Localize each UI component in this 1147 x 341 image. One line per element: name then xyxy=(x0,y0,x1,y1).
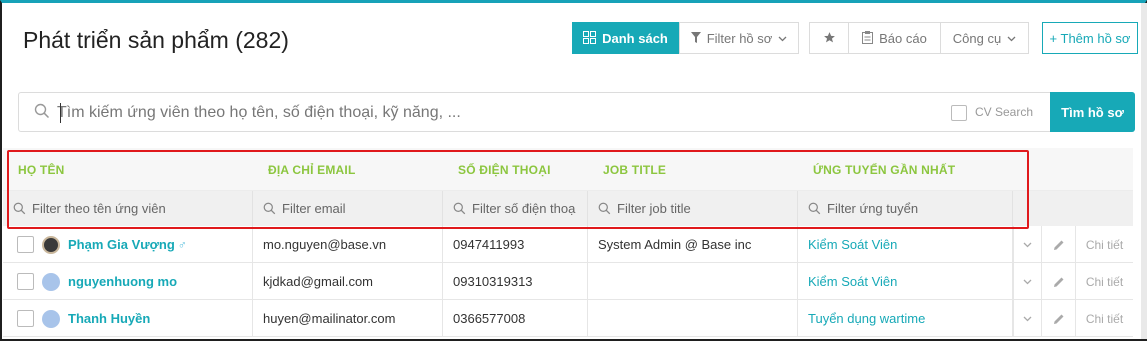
pencil-icon xyxy=(1053,277,1063,287)
table-header-row: HỌ TÊN ĐỊA CHỈ EMAIL SỐ ĐIỆN THOẠI JOB T… xyxy=(3,148,1133,191)
filter-icon xyxy=(690,31,701,45)
application-link[interactable]: Kiểm Soát Viên xyxy=(808,274,897,289)
star-icon xyxy=(823,31,836,46)
row-checkbox[interactable] xyxy=(17,310,34,327)
column-header-phone[interactable]: SỐ ĐIỆN THOẠI xyxy=(458,163,551,177)
filter-application-input[interactable] xyxy=(827,201,967,216)
phone-cell: 0366577008 xyxy=(443,300,588,337)
vertical-scrollbar[interactable] xyxy=(1141,3,1147,339)
application-link[interactable]: Kiểm Soát Viên xyxy=(808,237,897,252)
chevron-down-icon xyxy=(1023,279,1032,284)
edit-button[interactable] xyxy=(1041,300,1075,337)
email-cell: kjdkad@gmail.com xyxy=(253,263,443,300)
row-dropdown-toggle[interactable] xyxy=(1013,226,1041,263)
pencil-icon xyxy=(1053,240,1063,250)
tools-dropdown-button[interactable]: Công cụ xyxy=(940,22,1029,54)
phone-cell: 0947411993 xyxy=(443,226,588,263)
filter-application-cell xyxy=(798,191,1013,226)
filter-job-title-input[interactable] xyxy=(617,201,757,216)
report-label: Báo cáo xyxy=(879,30,927,46)
filter-profile-button[interactable]: Filter hồ sơ xyxy=(679,22,799,54)
row-dropdown-toggle[interactable] xyxy=(1013,300,1041,337)
table-row[interactable]: Phạm Gia Vượng ♂ mo.nguyen@base.vn 09474… xyxy=(3,226,1133,263)
grid-icon xyxy=(583,30,597,46)
search-icon xyxy=(598,202,611,215)
page-title: Phát triển sản phẩm (282) xyxy=(23,27,289,53)
detail-button[interactable]: Chi tiết xyxy=(1075,226,1133,263)
filter-email-cell xyxy=(253,191,443,226)
table-filter-row xyxy=(3,191,1133,226)
search-profiles-button[interactable]: Tìm hồ sơ xyxy=(1050,92,1135,132)
application-cell: Kiểm Soát Viên xyxy=(798,263,1013,300)
filter-phone-cell xyxy=(443,191,588,226)
column-header-email[interactable]: ĐỊA CHỈ EMAIL xyxy=(268,163,356,177)
filter-name-input[interactable] xyxy=(32,201,172,216)
job-title-cell xyxy=(588,300,798,337)
search-icon xyxy=(453,202,466,215)
avatar xyxy=(42,309,60,328)
cv-search-checkbox[interactable] xyxy=(951,105,967,121)
name-cell: Phạm Gia Vượng ♂ xyxy=(3,226,253,263)
row-checkbox[interactable] xyxy=(17,236,34,253)
text-caret xyxy=(60,103,61,123)
email-cell: huyen@mailinator.com xyxy=(253,300,443,337)
filter-profile-label: Filter hồ sơ xyxy=(706,30,773,46)
candidate-search-bar: CV Search Tìm hồ sơ xyxy=(18,92,1135,132)
search-icon xyxy=(13,202,26,215)
chevron-down-icon xyxy=(1007,32,1016,44)
job-title-cell: System Admin @ Base inc xyxy=(588,226,798,263)
clipboard-icon xyxy=(862,30,874,46)
chevron-down-icon xyxy=(1023,316,1032,321)
filter-email-input[interactable] xyxy=(282,201,422,216)
avatar xyxy=(42,235,60,254)
chevron-down-icon xyxy=(1023,242,1032,247)
list-view-button[interactable]: Danh sách xyxy=(572,22,679,54)
candidate-name-link[interactable]: Phạm Gia Vượng xyxy=(68,237,175,252)
chevron-down-icon xyxy=(778,32,787,44)
male-icon: ♂ xyxy=(177,237,187,252)
table-row[interactable]: nguyenhuong mo kjdkad@gmail.com 09310319… xyxy=(3,263,1133,300)
cv-search-label: CV Search xyxy=(975,105,1034,119)
row-checkbox[interactable] xyxy=(17,273,34,290)
avatar xyxy=(42,272,60,291)
application-link[interactable]: Tuyển dụng wartime xyxy=(808,311,925,326)
application-cell: Tuyển dụng wartime xyxy=(798,300,1013,337)
candidate-name-link[interactable]: Thanh Huyền xyxy=(68,311,150,326)
candidate-name-link[interactable]: nguyenhuong mo xyxy=(68,274,177,289)
table-row[interactable]: Thanh Huyền huyen@mailinator.com 0366577… xyxy=(3,300,1133,337)
add-profile-button[interactable]: + Thêm hồ sơ xyxy=(1042,22,1138,54)
application-cell: Kiểm Soát Viên xyxy=(798,226,1013,263)
row-dropdown-toggle[interactable] xyxy=(1013,263,1041,300)
search-icon xyxy=(808,202,821,215)
tools-label: Công cụ xyxy=(952,30,1002,46)
add-profile-label: + Thêm hồ sơ xyxy=(1049,30,1131,46)
name-cell: Thanh Huyền xyxy=(3,300,253,337)
search-icon xyxy=(34,103,50,119)
search-icon xyxy=(263,202,276,215)
list-view-label: Danh sách xyxy=(602,30,668,46)
candidate-search-input[interactable] xyxy=(57,100,937,126)
email-cell: mo.nguyen@base.vn xyxy=(253,226,443,263)
column-header-latest-application[interactable]: ỨNG TUYỂN GẦN NHẤT xyxy=(813,163,955,177)
column-header-job-title[interactable]: JOB TITLE xyxy=(603,163,666,177)
filter-phone-input[interactable] xyxy=(472,201,577,216)
detail-button[interactable]: Chi tiết xyxy=(1075,263,1133,300)
favorite-button[interactable] xyxy=(809,22,849,54)
name-cell: nguyenhuong mo xyxy=(3,263,253,300)
report-button[interactable]: Báo cáo xyxy=(848,22,941,54)
job-title-cell xyxy=(588,263,798,300)
filter-name-cell xyxy=(3,191,253,226)
edit-button[interactable] xyxy=(1041,226,1075,263)
column-header-name[interactable]: HỌ TÊN xyxy=(18,163,65,177)
filter-job-title-cell xyxy=(588,191,798,226)
phone-cell: 09310319313 xyxy=(443,263,588,300)
edit-button[interactable] xyxy=(1041,263,1075,300)
detail-button[interactable]: Chi tiết xyxy=(1075,300,1133,337)
pencil-icon xyxy=(1053,314,1063,324)
